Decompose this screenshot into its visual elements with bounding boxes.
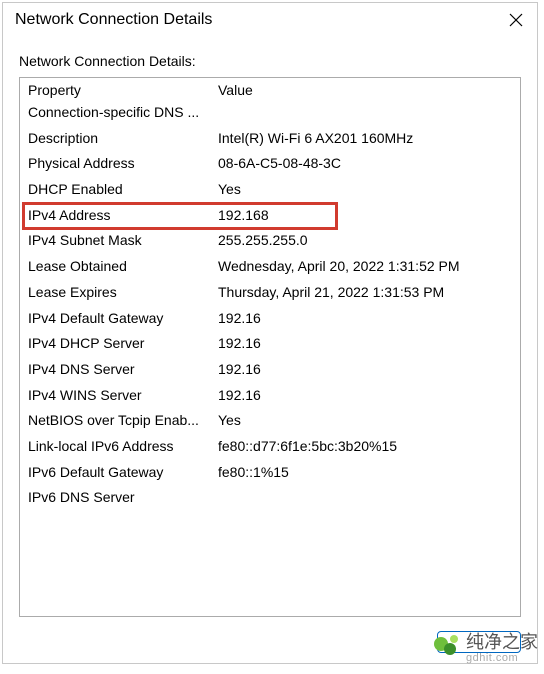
table-row[interactable]: Lease ObtainedWednesday, April 20, 2022 … bbox=[20, 254, 520, 280]
table-row[interactable]: IPv4 Subnet Mask255.255.255.0 bbox=[20, 228, 520, 254]
property-cell: Description bbox=[28, 128, 218, 150]
property-cell: IPv4 WINS Server bbox=[28, 385, 218, 407]
value-cell: Yes bbox=[218, 179, 512, 201]
table-row[interactable]: IPv4 DNS Server192.16 bbox=[20, 357, 520, 383]
value-cell: Intel(R) Wi-Fi 6 AX201 160MHz bbox=[218, 128, 512, 150]
table-row[interactable]: Physical Address08-6A-C5-08-48-3C bbox=[20, 151, 520, 177]
property-cell: IPv4 DNS Server bbox=[28, 359, 218, 381]
rows-container: Connection-specific DNS ...DescriptionIn… bbox=[20, 100, 520, 511]
property-cell: IPv4 Address bbox=[28, 205, 218, 227]
column-headers: Property Value bbox=[20, 78, 520, 100]
property-cell: Connection-specific DNS ... bbox=[28, 102, 218, 124]
table-row[interactable]: DescriptionIntel(R) Wi-Fi 6 AX201 160MHz bbox=[20, 126, 520, 152]
value-cell: fe80::1%15 bbox=[218, 462, 512, 484]
table-row[interactable]: NetBIOS over Tcpip Enab...Yes bbox=[20, 408, 520, 434]
value-cell: Wednesday, April 20, 2022 1:31:52 PM bbox=[218, 256, 512, 278]
value-cell: Yes bbox=[218, 410, 512, 432]
table-row[interactable]: IPv4 WINS Server192.16 bbox=[20, 383, 520, 409]
property-cell: IPv6 Default Gateway bbox=[28, 462, 218, 484]
dialog-window: Network Connection Details Network Conne… bbox=[2, 2, 538, 664]
table-row[interactable]: IPv4 DHCP Server192.16 bbox=[20, 331, 520, 357]
property-cell: IPv4 Subnet Mask bbox=[28, 230, 218, 252]
table-row[interactable]: IPv4 Default Gateway192.16 bbox=[20, 306, 520, 332]
value-cell: 192.16 bbox=[218, 359, 512, 381]
close-button[interactable] bbox=[505, 9, 527, 31]
table-row[interactable]: IPv4 Address192.168 bbox=[20, 203, 520, 229]
value-cell bbox=[218, 102, 512, 124]
window-title: Network Connection Details bbox=[15, 11, 212, 29]
table-row[interactable]: IPv6 DNS Server bbox=[20, 485, 520, 511]
property-cell: Lease Expires bbox=[28, 282, 218, 304]
property-cell: DHCP Enabled bbox=[28, 179, 218, 201]
property-cell: Link-local IPv6 Address bbox=[28, 436, 218, 458]
property-cell: NetBIOS over Tcpip Enab... bbox=[28, 410, 218, 432]
table-row[interactable]: DHCP EnabledYes bbox=[20, 177, 520, 203]
value-cell: Thursday, April 21, 2022 1:31:53 PM bbox=[218, 282, 512, 304]
value-cell: 08-6A-C5-08-48-3C bbox=[218, 153, 512, 175]
value-cell: 255.255.255.0 bbox=[218, 230, 512, 252]
table-row[interactable]: Lease ExpiresThursday, April 21, 2022 1:… bbox=[20, 280, 520, 306]
header-value: Value bbox=[218, 82, 512, 98]
value-cell: 192.16 bbox=[218, 308, 512, 330]
property-cell: IPv4 Default Gateway bbox=[28, 308, 218, 330]
details-listbox[interactable]: Property Value Connection-specific DNS .… bbox=[19, 77, 521, 617]
table-row[interactable]: Connection-specific DNS ... bbox=[20, 100, 520, 126]
close-icon bbox=[509, 13, 523, 27]
value-cell: 192.16 bbox=[218, 333, 512, 355]
property-cell: IPv4 DHCP Server bbox=[28, 333, 218, 355]
table-row[interactable]: Link-local IPv6 Addressfe80::d77:6f1e:5b… bbox=[20, 434, 520, 460]
section-label: Network Connection Details: bbox=[3, 35, 537, 75]
value-cell: fe80::d77:6f1e:5bc:3b20%15 bbox=[218, 436, 512, 458]
property-cell: Lease Obtained bbox=[28, 256, 218, 278]
value-cell: 192.16 bbox=[218, 385, 512, 407]
value-cell bbox=[218, 487, 512, 509]
titlebar: Network Connection Details bbox=[3, 3, 537, 35]
property-cell: IPv6 DNS Server bbox=[28, 487, 218, 509]
property-cell: Physical Address bbox=[28, 153, 218, 175]
header-property: Property bbox=[28, 82, 218, 98]
close-dialog-button[interactable] bbox=[437, 631, 521, 653]
value-cell: 192.168 bbox=[218, 205, 512, 227]
table-row[interactable]: IPv6 Default Gatewayfe80::1%15 bbox=[20, 460, 520, 486]
